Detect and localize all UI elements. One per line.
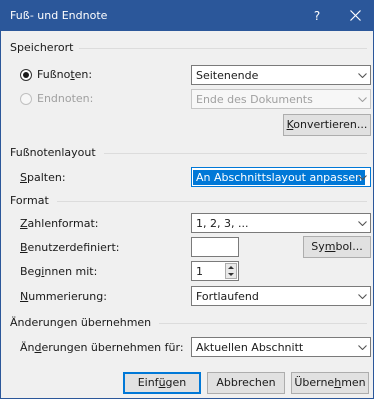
spalten-label: Spalten: — [20, 171, 66, 184]
chevron-down-icon — [358, 294, 367, 299]
chevron-down-icon — [358, 221, 367, 226]
close-button[interactable] — [345, 5, 367, 27]
section-divider — [57, 201, 367, 202]
help-button[interactable]: ? — [307, 7, 327, 25]
nummerierung-label: Nummerierung: — [20, 290, 107, 303]
aenderungen-value: Aktuellen Abschnitt — [196, 341, 304, 354]
fussnoten-position-value: Seitenende — [196, 69, 259, 82]
aenderungen-select[interactable]: Aktuellen Abschnitt — [191, 337, 371, 357]
spin-down-button[interactable] — [226, 271, 236, 278]
spalten-value: An Abschnittslayout anpassen — [193, 170, 366, 185]
spin-down-icon — [228, 273, 234, 276]
aenderungen-label: Änderungen übernehmen für: — [20, 341, 184, 354]
spalten-select[interactable]: An Abschnittslayout anpassen — [191, 167, 371, 187]
benutzerdefiniert-label: Benutzerdefiniert: — [20, 241, 120, 254]
section-format: Format — [10, 194, 49, 207]
chevron-down-icon — [358, 345, 367, 350]
fussnoten-radio[interactable] — [20, 69, 32, 81]
section-speicherort: Speicherort — [10, 41, 74, 54]
konvertieren-button[interactable]: Konvertieren... — [283, 114, 371, 136]
benutzerdefiniert-input[interactable] — [191, 237, 239, 257]
section-divider — [159, 323, 367, 324]
chevron-down-icon — [358, 175, 367, 180]
section-fussnotenlayout: Fußnotenlayout — [10, 146, 96, 159]
endnoten-position-value: Ende des Dokuments — [196, 93, 313, 106]
section-divider — [104, 153, 367, 154]
endnoten-label: Endnoten: — [37, 92, 94, 105]
fussnoten-position-select[interactable]: Seitenende — [191, 65, 371, 85]
zahlenformat-label: Zahlenformat: — [20, 217, 99, 230]
zahlenformat-select[interactable]: 1, 2, 3, ... — [191, 213, 371, 233]
spin-up-button[interactable] — [226, 264, 236, 271]
beginnen-value: 1 — [196, 265, 203, 278]
nummerierung-value: Fortlaufend — [196, 290, 259, 303]
nummerierung-select[interactable]: Fortlaufend — [191, 286, 371, 306]
section-divider — [79, 48, 367, 49]
beginnen-label: Beginnen mit: — [20, 265, 98, 278]
chevron-down-icon — [358, 73, 367, 78]
chevron-down-icon — [358, 97, 367, 102]
section-aenderungen: Änderungen übernehmen — [10, 316, 152, 329]
beginnen-spinner[interactable]: 1 — [191, 261, 239, 281]
zahlenformat-value: 1, 2, 3, ... — [196, 217, 249, 230]
dialog-title: Fuß- und Endnote — [10, 9, 108, 22]
fussnoten-label: Fußnoten: — [37, 68, 93, 81]
abbrechen-button[interactable]: Abbrechen — [207, 372, 285, 394]
symbol-button[interactable]: Symbol... — [303, 236, 371, 258]
close-icon — [350, 10, 361, 21]
footnote-endnote-dialog: Fuß- und Endnote ? Speicherort Fußnoten:… — [0, 0, 374, 399]
uebernehmen-button[interactable]: Übernehmen — [291, 372, 369, 394]
spin-up-icon — [228, 266, 234, 269]
einfuegen-button[interactable]: Einfügen — [123, 372, 201, 394]
endnoten-position-select[interactable]: Ende des Dokuments — [191, 89, 371, 109]
title-bar: Fuß- und Endnote ? — [1, 1, 373, 31]
endnoten-radio[interactable] — [20, 93, 32, 105]
